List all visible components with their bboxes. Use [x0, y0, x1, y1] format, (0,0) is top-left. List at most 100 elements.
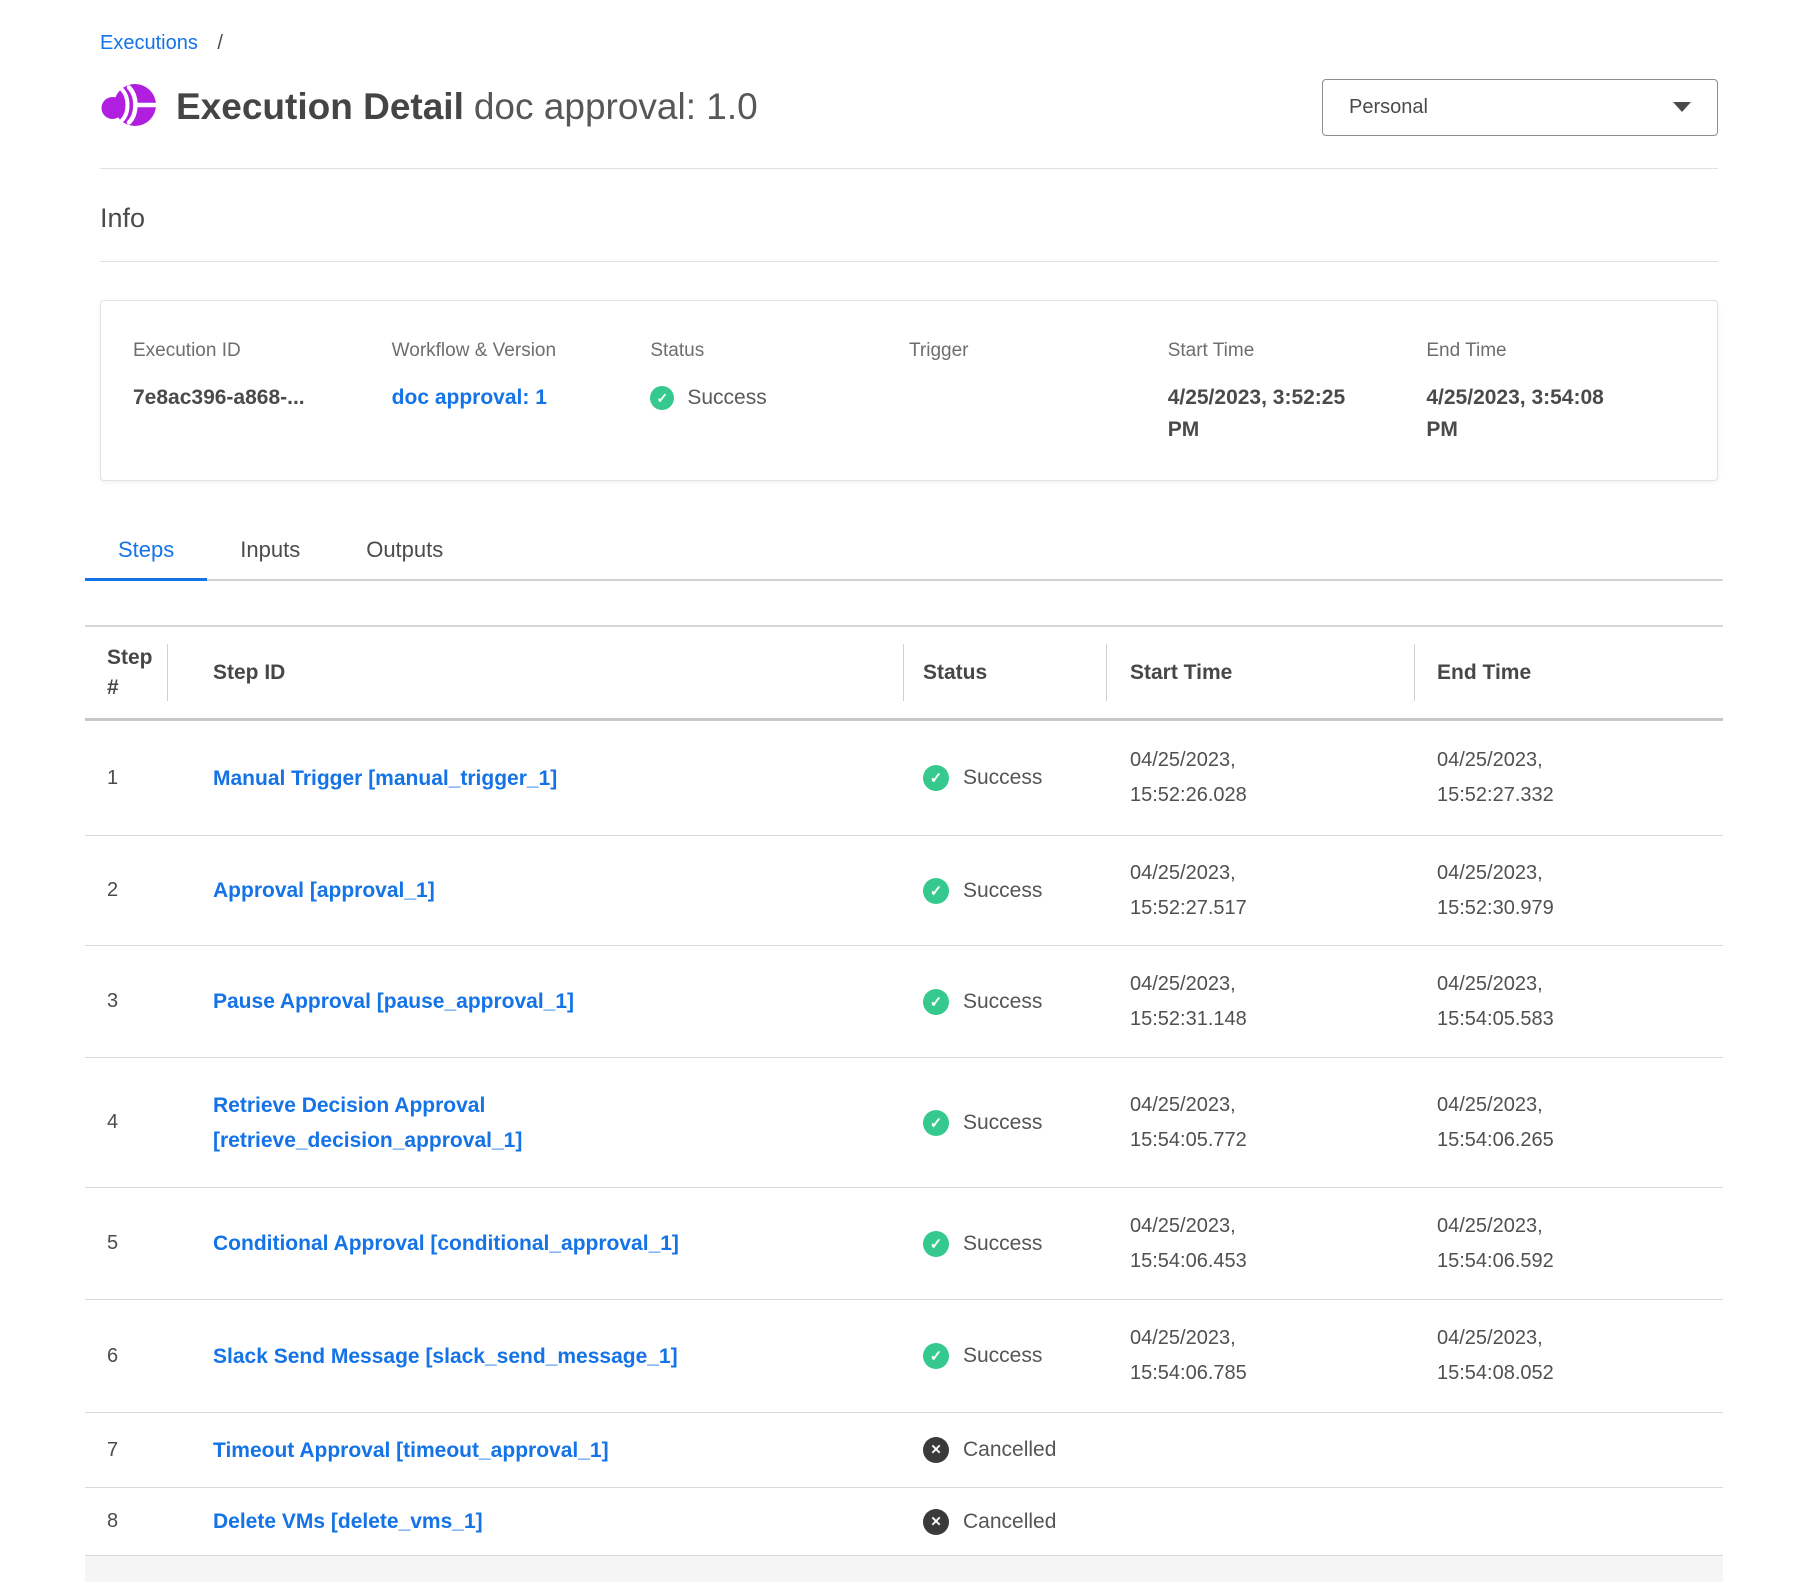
- step-link[interactable]: Manual Trigger [manual_trigger_1]: [213, 761, 557, 796]
- success-icon: [923, 1343, 949, 1369]
- row-number: 4: [85, 1111, 167, 1134]
- cancelled-icon: [923, 1509, 949, 1535]
- step-link[interactable]: Retrieve Decision Approval [retrieve_dec…: [213, 1088, 773, 1158]
- field-label: Execution ID: [133, 339, 392, 362]
- table-header-status: Status: [903, 627, 1106, 718]
- row-number: 1: [85, 767, 167, 790]
- start-time-cell: [1106, 1504, 1414, 1539]
- start-time-value: 4/25/2023, 3:52:25 PM: [1168, 382, 1380, 446]
- tab-inputs[interactable]: Inputs: [207, 537, 333, 579]
- success-icon: [923, 765, 949, 791]
- breadcrumb-separator: /: [217, 32, 223, 54]
- start-time-cell: 04/25/2023, 15:54:06.785: [1106, 1321, 1414, 1391]
- end-time-cell: 04/25/2023, 15:54:06.592: [1414, 1209, 1723, 1279]
- step-link[interactable]: Conditional Approval [conditional_approv…: [213, 1226, 679, 1261]
- status-badge: Success: [923, 1110, 1106, 1136]
- status-value: Success: [687, 382, 766, 414]
- field-label: Trigger: [909, 339, 1168, 362]
- status-badge: Success: [923, 765, 1106, 791]
- row-number: 3: [85, 990, 167, 1013]
- step-link[interactable]: Delete VMs [delete_vms_1]: [213, 1504, 483, 1539]
- table-row: 6 Slack Send Message [slack_send_message…: [85, 1300, 1723, 1413]
- chevron-down-icon: [1673, 102, 1691, 112]
- info-field-end-time: End Time 4/25/2023, 3:54:08 PM: [1426, 339, 1685, 446]
- info-field-execution-id: Execution ID 7e8ac396-a868-...: [133, 339, 392, 446]
- tab-steps[interactable]: Steps: [85, 537, 207, 579]
- status-badge: Success: [923, 1343, 1106, 1369]
- success-icon: [650, 386, 674, 410]
- end-time-cell: [1414, 1433, 1723, 1468]
- start-time-cell: [1106, 1433, 1414, 1468]
- cancelled-icon: [923, 1437, 949, 1463]
- start-time-cell: 04/25/2023, 15:52:31.148: [1106, 967, 1414, 1037]
- status-badge: Cancelled: [923, 1437, 1106, 1463]
- breadcrumb-link-executions[interactable]: Executions: [100, 32, 198, 54]
- end-time-cell: 04/25/2023, 15:52:27.332: [1414, 743, 1723, 813]
- info-heading: Info: [100, 201, 1718, 235]
- end-time-cell: 04/25/2023, 15:54:06.265: [1414, 1088, 1723, 1158]
- end-time-cell: 04/25/2023, 15:54:05.583: [1414, 967, 1723, 1037]
- start-time-cell: 04/25/2023, 15:52:26.028: [1106, 743, 1414, 813]
- end-time-value: 4/25/2023, 3:54:08 PM: [1426, 382, 1638, 446]
- row-number: 6: [85, 1345, 167, 1368]
- execution-detail-page: Executions / Execution Detaildoc approva…: [0, 0, 1808, 1582]
- success-icon: [923, 989, 949, 1015]
- page-subtitle: doc approval: 1.0: [474, 86, 758, 127]
- success-icon: [923, 1231, 949, 1257]
- start-time-cell: 04/25/2023, 15:54:06.453: [1106, 1209, 1414, 1279]
- workflow-version-link[interactable]: doc approval: 1: [392, 382, 547, 414]
- end-time-cell: 04/25/2023, 15:52:30.979: [1414, 856, 1723, 926]
- table-row: 5 Conditional Approval [conditional_appr…: [85, 1188, 1723, 1300]
- status-badge: Cancelled: [923, 1509, 1106, 1535]
- start-time-cell: 04/25/2023, 15:54:05.772: [1106, 1088, 1414, 1158]
- table-row: 1 Manual Trigger [manual_trigger_1] Succ…: [85, 721, 1723, 836]
- table-row: 2 Approval [approval_1] Success 04/25/20…: [85, 836, 1723, 946]
- field-label: Status: [650, 339, 909, 362]
- row-number: 8: [85, 1510, 167, 1533]
- step-link[interactable]: Timeout Approval [timeout_approval_1]: [213, 1433, 609, 1468]
- field-label: Workflow & Version: [392, 339, 651, 362]
- step-link[interactable]: Slack Send Message [slack_send_message_1…: [213, 1339, 678, 1374]
- end-time-cell: [1414, 1504, 1723, 1539]
- field-label: End Time: [1426, 339, 1685, 362]
- scope-dropdown[interactable]: Personal: [1322, 79, 1718, 136]
- field-label: Start Time: [1168, 339, 1427, 362]
- table-row: 4 Retrieve Decision Approval [retrieve_d…: [85, 1058, 1723, 1188]
- workflow-logo-icon: [100, 79, 156, 135]
- page-title: Execution Detaildoc approval: 1.0: [176, 86, 758, 128]
- page-title-main: Execution Detail: [176, 86, 464, 127]
- info-field-workflow-version: Workflow & Version doc approval: 1: [392, 339, 651, 446]
- status-badge: Success: [923, 878, 1106, 904]
- title-row: Execution Detaildoc approval: 1.0 Person…: [100, 76, 1718, 138]
- step-link[interactable]: Approval [approval_1]: [213, 873, 435, 908]
- tab-outputs[interactable]: Outputs: [333, 537, 476, 579]
- table-header-row: Step # Step ID Status Start Time End Tim…: [85, 625, 1723, 721]
- table-header-step-id: Step ID: [167, 627, 903, 718]
- success-icon: [923, 878, 949, 904]
- info-field-trigger: Trigger: [909, 339, 1168, 446]
- info-field-status: Status Success: [650, 339, 909, 446]
- table-header-end-time: End Time: [1414, 627, 1723, 718]
- status-badge: Success: [923, 1231, 1106, 1257]
- scope-dropdown-value: Personal: [1349, 96, 1428, 119]
- info-card: Execution ID 7e8ac396-a868-... Workflow …: [100, 300, 1718, 481]
- execution-id-value: 7e8ac396-a868-...: [133, 382, 392, 414]
- table-row: 3 Pause Approval [pause_approval_1] Succ…: [85, 946, 1723, 1058]
- table-header-step-number: Step #: [85, 627, 167, 718]
- table-row: 8 Delete VMs [delete_vms_1] Cancelled: [85, 1488, 1723, 1556]
- status-badge: Success: [923, 989, 1106, 1015]
- tab-bar: Steps Inputs Outputs: [85, 537, 1723, 581]
- end-time-cell: 04/25/2023, 15:54:08.052: [1414, 1321, 1723, 1391]
- section-divider: [100, 168, 1718, 169]
- row-number: 5: [85, 1232, 167, 1255]
- row-number: 2: [85, 879, 167, 902]
- section-divider: [100, 261, 1718, 262]
- steps-table: Step # Step ID Status Start Time End Tim…: [85, 625, 1723, 1556]
- start-time-cell: 04/25/2023, 15:52:27.517: [1106, 856, 1414, 926]
- success-icon: [923, 1110, 949, 1136]
- info-field-start-time: Start Time 4/25/2023, 3:52:25 PM: [1168, 339, 1427, 446]
- row-number: 7: [85, 1439, 167, 1462]
- next-section-edge: [85, 1556, 1723, 1582]
- breadcrumb: Executions /: [100, 0, 1718, 56]
- step-link[interactable]: Pause Approval [pause_approval_1]: [213, 984, 574, 1019]
